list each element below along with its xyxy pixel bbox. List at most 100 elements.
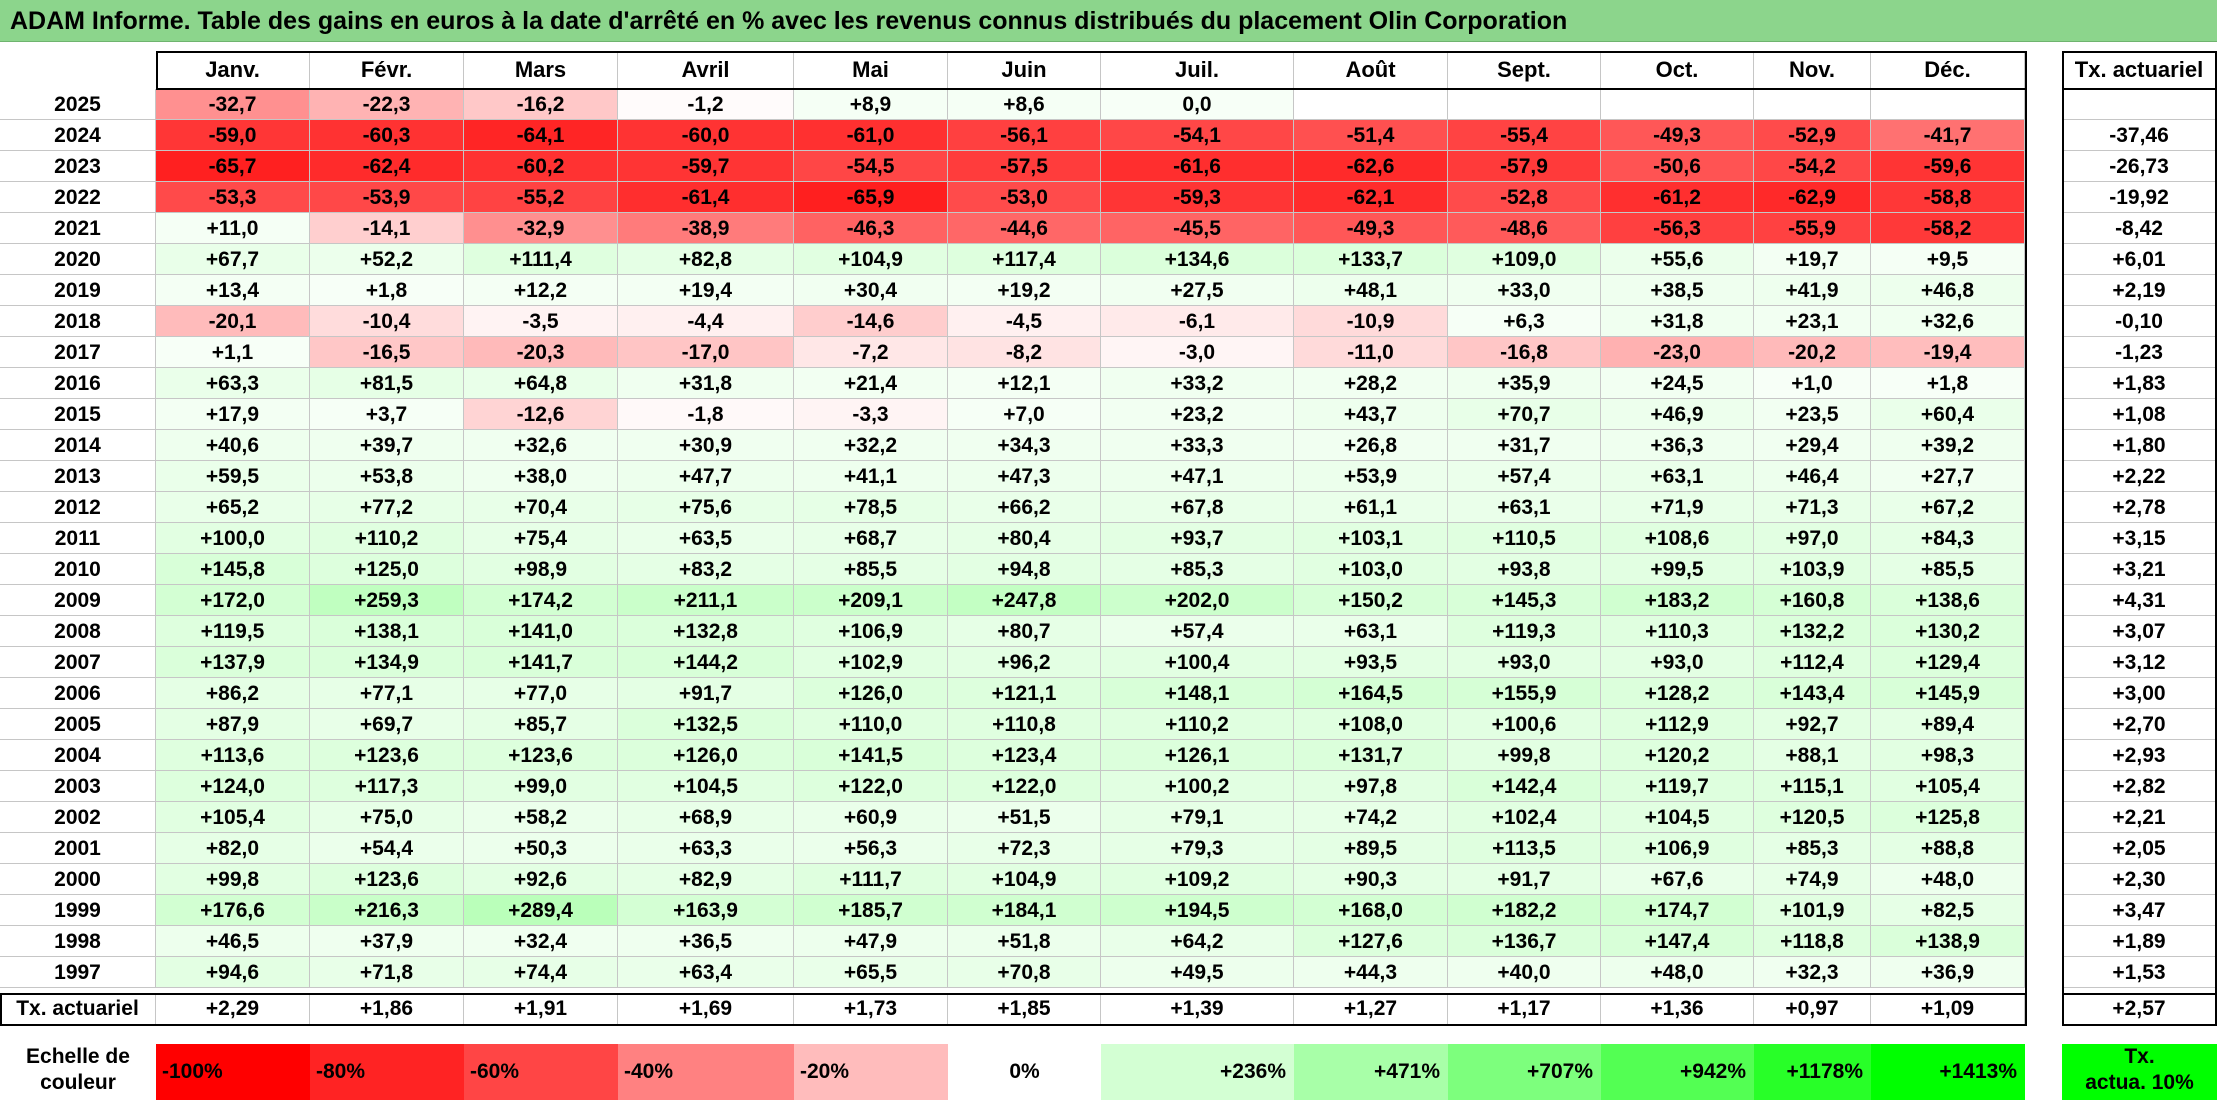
gain-cell: +63,1: [1448, 492, 1601, 523]
tx-value: +1,83: [2062, 368, 2217, 399]
gain-cell: -44,6: [948, 213, 1101, 244]
tx-value: [2062, 89, 2217, 120]
gain-cell: [1448, 89, 1601, 120]
gain-cell: +60,4: [1871, 399, 2025, 430]
gain-cell: +98,9: [464, 554, 618, 585]
gain-cell: -61,6: [1101, 151, 1294, 182]
gain-cell: +52,2: [310, 244, 464, 275]
gain-cell: +39,7: [310, 430, 464, 461]
month-header: Mai: [794, 51, 948, 89]
scale-swatch: -60%: [464, 1044, 618, 1100]
scale-swatch: +1178%: [1754, 1044, 1871, 1100]
footer-tx-cell: +1,73: [794, 993, 948, 1025]
gain-cell: +105,4: [1871, 771, 2025, 802]
gain-cell: +63,4: [618, 957, 794, 988]
gain-cell: -57,9: [1448, 151, 1601, 182]
gain-cell: +117,3: [310, 771, 464, 802]
gain-cell: +148,1: [1101, 678, 1294, 709]
gain-cell: +84,3: [1871, 523, 2025, 554]
gain-cell: +54,4: [310, 833, 464, 864]
gain-cell: +182,2: [1448, 895, 1601, 926]
tx-value: -8,42: [2062, 213, 2217, 244]
gain-cell: +67,6: [1601, 864, 1754, 895]
gain-cell: +141,0: [464, 616, 618, 647]
gain-cell: +19,4: [618, 275, 794, 306]
gain-cell: +40,6: [156, 430, 310, 461]
gain-cell: +137,9: [156, 647, 310, 678]
year-label: 2001: [0, 833, 156, 864]
gain-cell: +85,5: [794, 554, 948, 585]
year-label: 2023: [0, 151, 156, 182]
gain-cell: +142,4: [1448, 771, 1601, 802]
tx-value: +2,19: [2062, 275, 2217, 306]
gain-cell: +115,1: [1754, 771, 1871, 802]
gain-cell: +63,5: [618, 523, 794, 554]
gain-cell: +32,6: [1871, 306, 2025, 337]
gain-cell: -10,9: [1294, 306, 1448, 337]
gain-cell: -56,3: [1601, 213, 1754, 244]
year-label: 2010: [0, 554, 156, 585]
gain-cell: +138,6: [1871, 585, 2025, 616]
gain-cell: -60,0: [618, 120, 794, 151]
gain-cell: -20,3: [464, 337, 618, 368]
gain-cell: +132,8: [618, 616, 794, 647]
scale-tx-line: Tx.: [2124, 1045, 2155, 1068]
gain-cell: -64,1: [464, 120, 618, 151]
tx-value: +3,00: [2062, 678, 2217, 709]
gain-cell: +91,7: [1448, 864, 1601, 895]
gain-cell: +108,6: [1601, 523, 1754, 554]
gain-cell: -17,0: [618, 337, 794, 368]
gain-cell: +113,6: [156, 740, 310, 771]
gain-cell: -49,3: [1294, 213, 1448, 244]
gain-cell: -52,8: [1448, 182, 1601, 213]
gain-cell: +108,0: [1294, 709, 1448, 740]
gain-cell: +23,5: [1754, 399, 1871, 430]
scale-swatch: -100%: [156, 1044, 310, 1100]
gain-cell: +3,7: [310, 399, 464, 430]
gain-cell: +90,3: [1294, 864, 1448, 895]
gain-cell: +93,0: [1448, 647, 1601, 678]
gain-cell: +122,0: [948, 771, 1101, 802]
gain-cell: +111,7: [794, 864, 948, 895]
gain-cell: +134,6: [1101, 244, 1294, 275]
gain-cell: +104,9: [794, 244, 948, 275]
gain-cell: -51,4: [1294, 120, 1448, 151]
gain-cell: +106,9: [1601, 833, 1754, 864]
gain-cell: +57,4: [1448, 461, 1601, 492]
year-label: 2000: [0, 864, 156, 895]
gain-cell: +1,8: [1871, 368, 2025, 399]
footer-label: Tx. actuariel: [0, 993, 156, 1025]
gain-cell: -55,4: [1448, 120, 1601, 151]
tx-value: +1,89: [2062, 926, 2217, 957]
gain-cell: +8,6: [948, 89, 1101, 120]
gain-cell: +58,2: [464, 802, 618, 833]
gain-cell: +32,4: [464, 926, 618, 957]
scale-swatch: +1413%: [1871, 1044, 2025, 1100]
gain-cell: -59,0: [156, 120, 310, 151]
gain-cell: +120,2: [1601, 740, 1754, 771]
gain-cell: +168,0: [1294, 895, 1448, 926]
gain-cell: +126,0: [794, 678, 948, 709]
gain-cell: +65,2: [156, 492, 310, 523]
page-title: ADAM Informe. Table des gains en euros à…: [10, 7, 1568, 35]
gain-cell: +104,9: [948, 864, 1101, 895]
gain-cell: -53,0: [948, 182, 1101, 213]
gain-cell: +88,1: [1754, 740, 1871, 771]
tx-value: +2,05: [2062, 833, 2217, 864]
gain-cell: +99,5: [1601, 554, 1754, 585]
gain-cell: +122,0: [794, 771, 948, 802]
year-label: 2009: [0, 585, 156, 616]
tx-value: -0,10: [2062, 306, 2217, 337]
gain-cell: +174,2: [464, 585, 618, 616]
month-header: Déc.: [1871, 51, 2025, 89]
year-label: 2019: [0, 275, 156, 306]
scale-tx-line: actua. 10%: [2085, 1071, 2194, 1094]
gain-cell: -59,6: [1871, 151, 2025, 182]
month-header: Nov.: [1754, 51, 1871, 89]
gain-cell: -32,7: [156, 89, 310, 120]
gain-cell: +93,5: [1294, 647, 1448, 678]
year-label: 2008: [0, 616, 156, 647]
gain-cell: +53,9: [1294, 461, 1448, 492]
title-bar: ADAM Informe. Table des gains en euros à…: [0, 0, 2217, 42]
gain-cell: -50,6: [1601, 151, 1754, 182]
